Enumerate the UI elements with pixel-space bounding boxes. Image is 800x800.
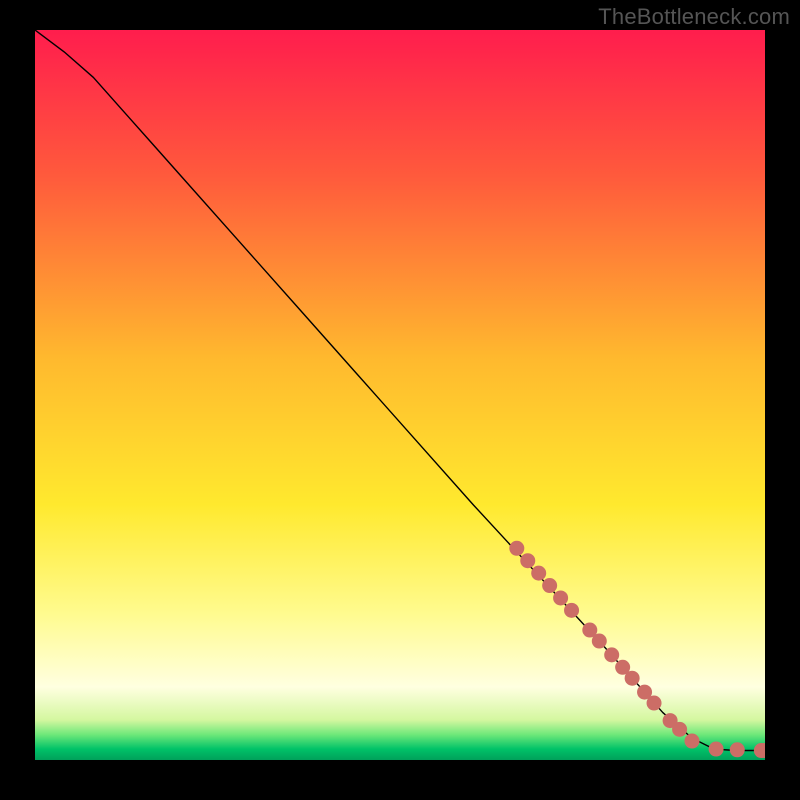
chart-background [35, 30, 765, 760]
data-point [685, 734, 700, 749]
data-point [604, 647, 619, 662]
data-point [625, 671, 640, 686]
data-point [553, 590, 568, 605]
data-point [592, 634, 607, 649]
chart-frame: TheBottleneck.com [0, 0, 800, 800]
data-point [520, 553, 535, 568]
data-point [672, 722, 687, 737]
chart-plot-area [35, 30, 765, 760]
data-point [730, 742, 745, 757]
data-point [647, 696, 662, 711]
data-point [509, 541, 524, 556]
watermark-text: TheBottleneck.com [598, 4, 790, 30]
data-point [531, 566, 546, 581]
data-point [542, 578, 557, 593]
chart-svg [35, 30, 765, 760]
data-point [564, 603, 579, 618]
data-point [709, 742, 724, 757]
